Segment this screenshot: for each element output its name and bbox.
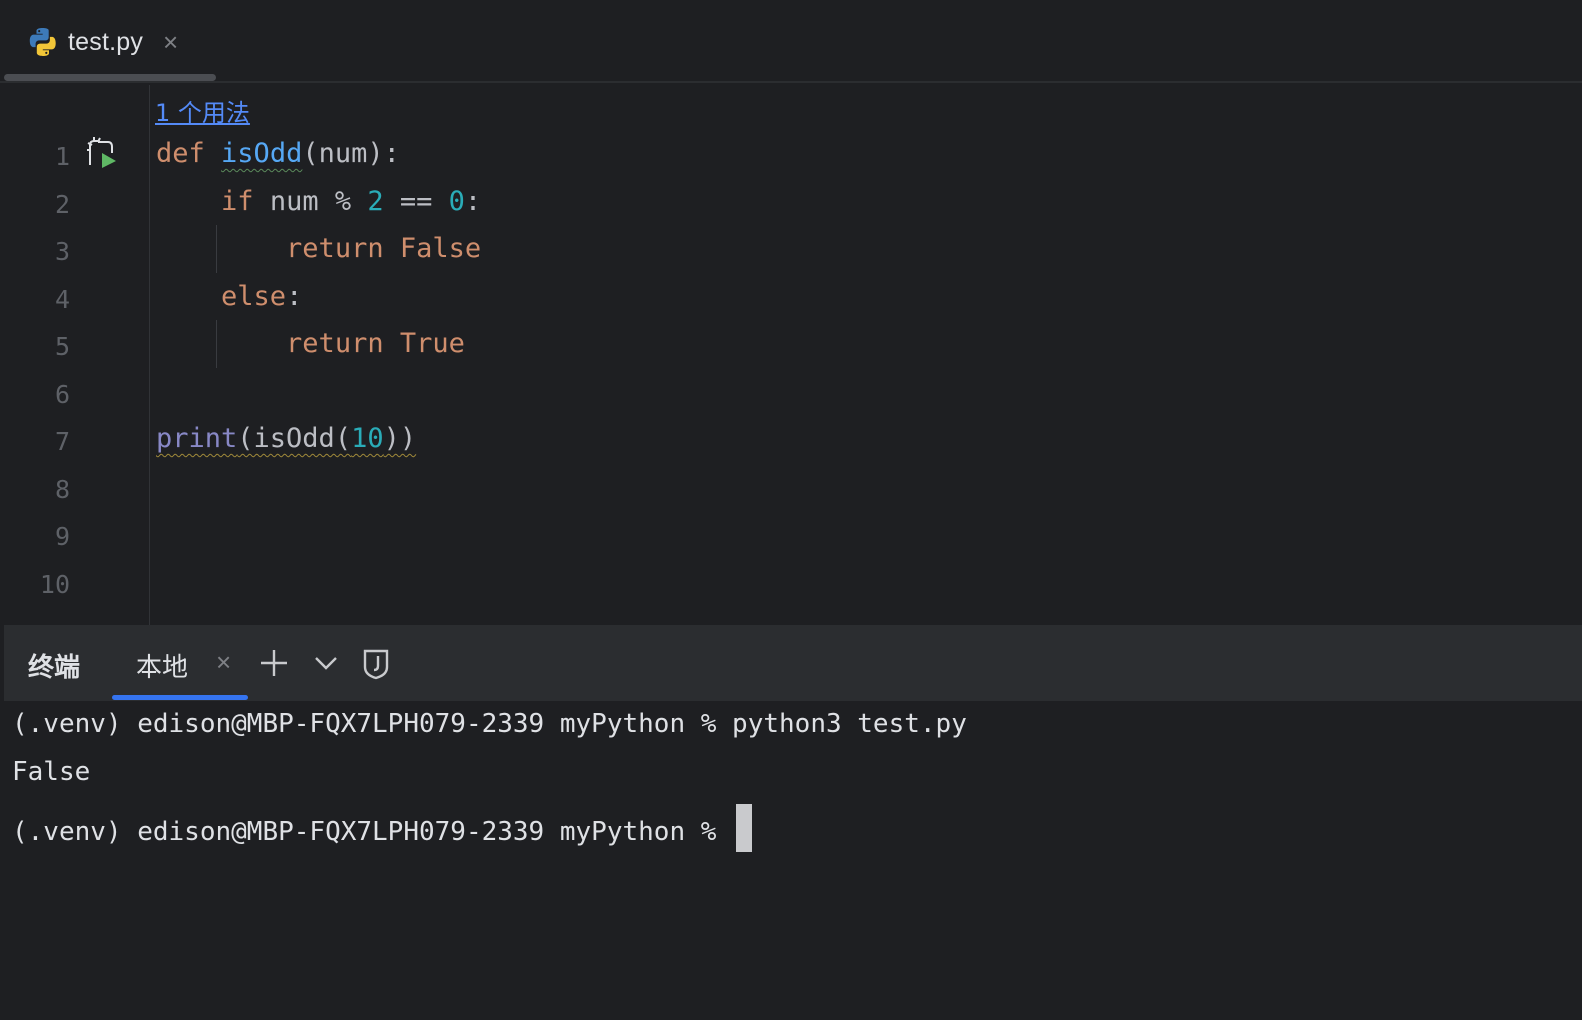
code-text: )) — [383, 423, 417, 454]
code-line-3: 3 return False — [0, 227, 1582, 275]
number-literal: 10 — [351, 423, 384, 454]
code-text: (num): — [302, 138, 400, 169]
indent-guide — [216, 320, 217, 368]
terminal-output[interactable]: (.venv) edison@MBP-FQX7LPH079-2339 myPyt… — [0, 701, 1582, 1020]
keyword: False — [399, 233, 482, 264]
line-number: 2 — [54, 190, 70, 219]
editor-tab-bar: test.py × — [0, 0, 1582, 83]
code-text: : — [464, 186, 482, 217]
keyword: return — [286, 328, 384, 359]
code-text: print(isOdd(10)) — [156, 423, 416, 454]
line-number: 6 — [54, 380, 70, 409]
code-text: return False — [156, 233, 481, 264]
code-line-1: 1 def isOdd(num): — [0, 132, 1582, 180]
code-editor[interactable]: 1 个用法 1 def isOdd(num): 2 if num % 2 == … — [0, 85, 1582, 625]
code-text: : — [286, 281, 303, 312]
line-number: 5 — [54, 332, 70, 361]
terminal-tab-label: 本地 — [136, 652, 189, 682]
code-text: if num % 2 == 0: — [156, 186, 481, 217]
code-line-4: 4 else: — [0, 275, 1582, 323]
terminal-cursor — [736, 804, 753, 852]
python-file-icon — [29, 28, 56, 56]
code-text: == — [383, 186, 449, 217]
terminal-prompt-line[interactable]: (.venv) edison@MBP-FQX7LPH079-2339 myPyt… — [12, 804, 753, 852]
code-text: num % — [269, 186, 368, 217]
terminal-prompt: (.venv) edison@MBP-FQX7LPH079-2339 myPyt… — [12, 817, 733, 847]
editor-tab-test-py[interactable]: test.py × — [26, 22, 178, 62]
terminal-header: 终端 本地 × — [4, 625, 1582, 701]
code-line-5: 5 return True — [0, 322, 1582, 370]
new-terminal-icon[interactable] — [254, 643, 294, 683]
keyword: else — [221, 281, 287, 312]
keyword: True — [399, 328, 465, 359]
line-number: 7 — [54, 427, 70, 456]
code-text: return True — [156, 328, 465, 359]
line-number: 9 — [54, 522, 70, 551]
line-number: 10 — [39, 570, 70, 599]
number-literal: 2 — [367, 186, 384, 217]
terminal-line: (.venv) edison@MBP-FQX7LPH079-2339 myPyt… — [12, 709, 967, 739]
code-text: else: — [156, 281, 302, 312]
active-tab-indicator — [112, 695, 248, 700]
code-text: (isOdd( — [237, 423, 352, 454]
builtin-function[interactable]: print — [156, 423, 237, 454]
shield-icon[interactable] — [356, 643, 396, 683]
dropdown-chevron-icon[interactable] — [306, 643, 346, 683]
number-literal: 0 — [448, 186, 465, 217]
code-text: def isOdd(num): — [156, 138, 400, 169]
code-line-7: 7 print(isOdd(10)) — [0, 417, 1582, 465]
close-icon[interactable]: × — [163, 29, 178, 55]
function-name[interactable]: isOdd — [221, 138, 302, 169]
code-line-2: 2 if num % 2 == 0: — [0, 180, 1582, 228]
active-tab-indicator — [4, 74, 216, 81]
code-line-6: 6 — [0, 370, 1582, 418]
keyword: return — [286, 233, 384, 264]
keyword: def — [156, 138, 205, 169]
terminal-title: 终端 — [28, 652, 81, 682]
code-line-8: 8 — [0, 465, 1582, 513]
line-number: 8 — [54, 475, 70, 504]
terminal-line: False — [12, 757, 91, 787]
line-number: 1 — [54, 142, 70, 171]
tab-label: test.py — [68, 27, 144, 56]
code-line-10: 10 — [0, 560, 1582, 608]
indent-guide — [216, 225, 217, 273]
keyword: if — [221, 186, 254, 217]
close-icon[interactable]: × — [216, 649, 231, 675]
line-number: 3 — [54, 237, 70, 266]
code-line-9: 9 — [0, 512, 1582, 560]
line-number: 4 — [54, 285, 70, 314]
usages-hint-link[interactable]: 1 个用法 — [155, 93, 250, 128]
terminal-tab-local[interactable]: 本地 × — [112, 625, 248, 701]
